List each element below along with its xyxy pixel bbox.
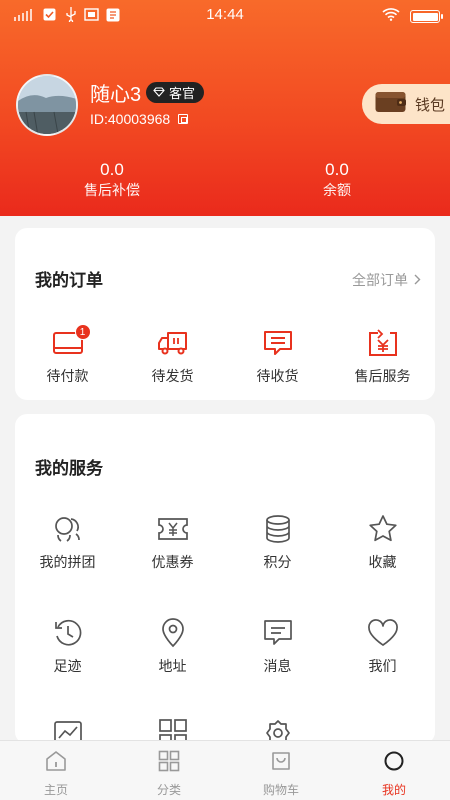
location-pin-icon: [160, 617, 186, 653]
chevron-right-icon: [414, 272, 421, 288]
wifi-icon: [382, 7, 400, 26]
my-orders-card: 我的订单 全部订单 1 待付款 待发货 待收货 售后服务: [15, 228, 435, 400]
stat-value: 0.0: [325, 160, 349, 179]
points-coins-icon: [263, 514, 293, 549]
service-favorites[interactable]: 收藏: [330, 514, 435, 572]
tab-label: 我的: [381, 783, 406, 797]
diamond-icon: [153, 85, 165, 100]
coupon-icon: [157, 517, 189, 546]
service-address[interactable]: 地址: [120, 617, 225, 676]
tab-label: 购物车: [262, 783, 299, 797]
balance-stat[interactable]: 0.0 余额: [277, 160, 397, 200]
stat-label: 售后补偿: [84, 182, 140, 198]
service-messages[interactable]: 消息: [225, 619, 330, 676]
orders-title: 我的订单: [35, 271, 103, 290]
all-orders-label: 全部订单: [352, 272, 408, 288]
stat-value: 0.0: [100, 160, 124, 179]
user-id: ID:40003968: [90, 111, 189, 127]
cart-icon: [270, 750, 292, 777]
service-group-buy[interactable]: 我的拼团: [15, 516, 120, 572]
battery-icon: [410, 10, 443, 23]
home-icon: [45, 750, 67, 777]
receive-message-icon: [263, 330, 293, 361]
order-item-label: 待收货: [256, 368, 299, 384]
all-orders-link[interactable]: 全部订单: [352, 270, 421, 290]
bottom-tab-bar: 主页 分类 购物车 我的: [0, 740, 450, 800]
heart-icon: [367, 618, 399, 652]
service-item-label: 我的拼团: [39, 554, 96, 570]
tab-category[interactable]: 分类: [129, 750, 209, 798]
message-icon: [263, 619, 293, 652]
stat-label: 余额: [323, 182, 351, 198]
role-badge: 客官: [146, 82, 205, 103]
avatar[interactable]: [16, 74, 78, 136]
service-footprints[interactable]: 足迹: [15, 618, 120, 676]
wallet-button[interactable]: 钱包: [362, 84, 450, 124]
tab-home[interactable]: 主页: [16, 750, 96, 798]
username: 随心3: [90, 84, 142, 106]
pending-payment-badge: 1: [74, 323, 91, 340]
user-id-text: ID:40003968: [90, 111, 171, 127]
service-item-label: 足迹: [53, 658, 82, 674]
order-item-label: 待发货: [151, 368, 194, 384]
category-icon: [158, 750, 180, 777]
payment-card-icon: 1: [52, 323, 91, 360]
order-after-sales[interactable]: 售后服务: [330, 328, 435, 386]
role-label: 客官: [169, 86, 196, 101]
tab-label: 主页: [43, 783, 68, 797]
delivery-truck-icon: [157, 330, 189, 361]
profile-header: 14:44 随心3 客官 ID:40003968 钱包 0.0 售后补偿 0.0…: [0, 0, 450, 216]
wallet-icon: [375, 90, 407, 119]
service-item-label: 我们: [368, 658, 397, 674]
status-bar: 14:44: [0, 0, 450, 30]
my-services-card: 我的服务 我的拼团 优惠券 积分 收藏 足迹 地址 消息 我们: [15, 414, 435, 747]
wallet-label: 钱包: [415, 96, 446, 114]
refund-yen-icon: [368, 328, 398, 362]
star-icon: [368, 514, 398, 549]
copy-icon[interactable]: [178, 114, 189, 124]
service-about-us[interactable]: 我们: [330, 618, 435, 676]
order-item-label: 售后服务: [354, 368, 411, 384]
history-clock-icon: [53, 618, 83, 653]
tab-label: 分类: [156, 783, 181, 797]
order-pending-receipt[interactable]: 待收货: [225, 330, 330, 386]
service-item-label: 消息: [263, 658, 292, 674]
order-item-label: 待付款: [46, 368, 89, 384]
service-item-label: 收藏: [368, 554, 397, 570]
service-coupons[interactable]: 优惠券: [120, 516, 225, 572]
service-item-label: 优惠券: [151, 554, 194, 570]
service-points[interactable]: 积分: [225, 514, 330, 572]
services-title: 我的服务: [35, 459, 103, 478]
service-item-label: 积分: [263, 554, 292, 570]
tab-cart[interactable]: 购物车: [241, 751, 321, 798]
profile-icon: [383, 750, 405, 777]
service-item-label: 地址: [158, 658, 187, 674]
group-buy-icon: [53, 515, 83, 548]
order-pending-payment[interactable]: 1 待付款: [15, 323, 120, 386]
tab-profile[interactable]: 我的: [354, 751, 434, 798]
order-pending-shipment[interactable]: 待发货: [120, 330, 225, 386]
after-sales-compensation-stat[interactable]: 0.0 售后补偿: [52, 160, 172, 200]
